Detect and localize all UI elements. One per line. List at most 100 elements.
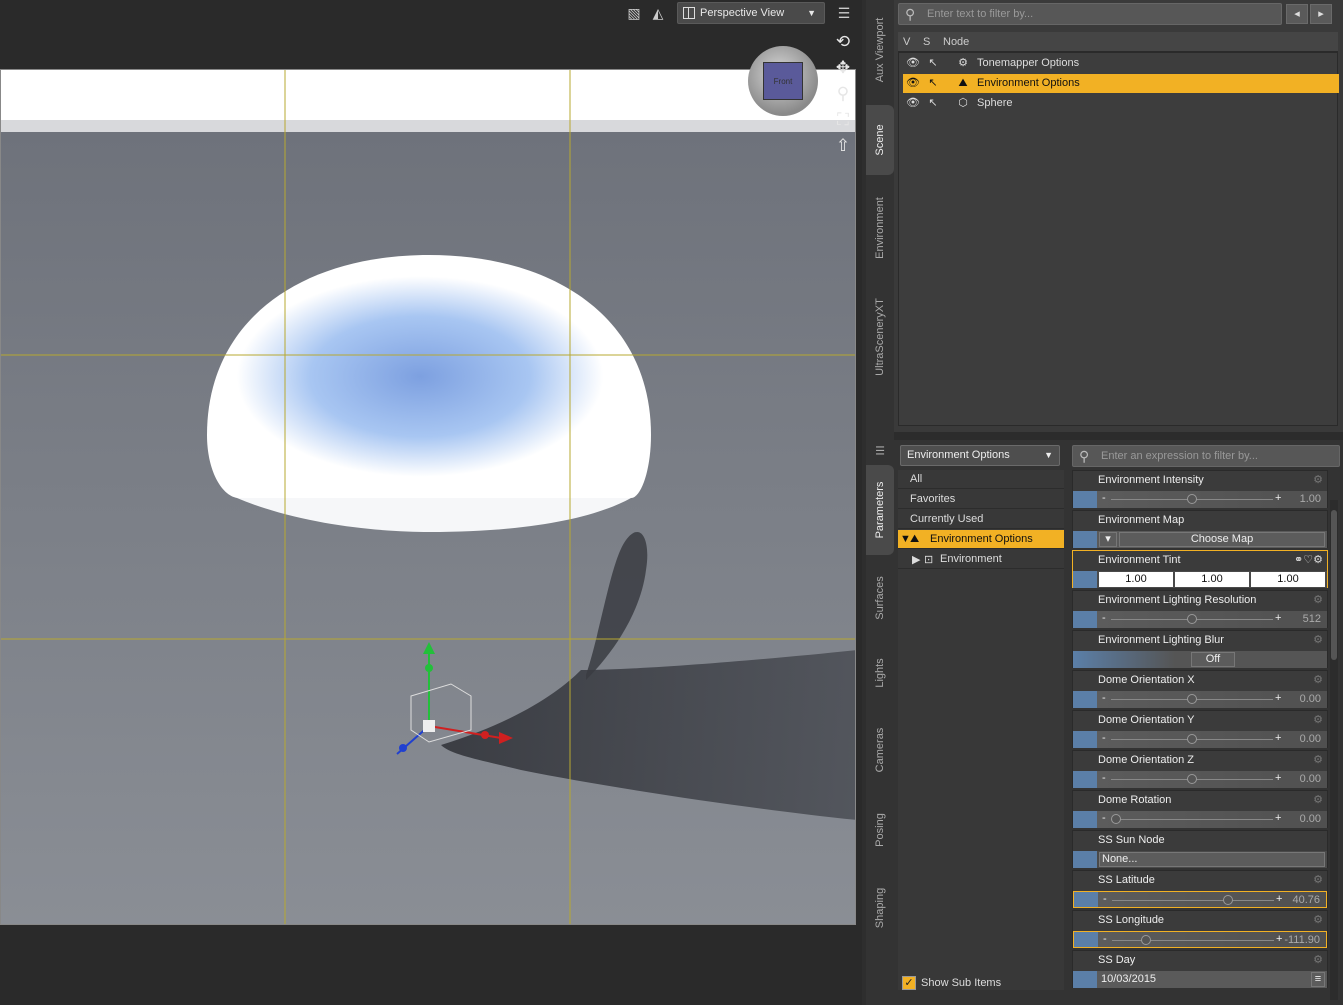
scene-filter-input[interactable]: [927, 6, 1277, 22]
column-visible[interactable]: V: [903, 36, 910, 48]
view-cube-face[interactable]: Front: [763, 62, 803, 100]
zoom-icon[interactable]: ⚲: [830, 82, 856, 106]
tab-posing[interactable]: Posing: [866, 795, 894, 865]
gear-icon[interactable]: ⚙: [1313, 473, 1323, 486]
property-scrollbar[interactable]: [1330, 500, 1338, 1000]
tab-shaping[interactable]: Shaping: [866, 870, 894, 945]
tint-red-field[interactable]: 1.00: [1099, 572, 1173, 587]
tab-ultrascenery[interactable]: UltraSceneryXT: [866, 282, 894, 392]
pointer-icon[interactable]: ↖: [925, 76, 941, 90]
slider-knob[interactable]: [1187, 494, 1197, 504]
tab-cameras[interactable]: Cameras: [866, 710, 894, 790]
slider[interactable]: - + -111.90: [1073, 931, 1327, 948]
tab-surfaces[interactable]: Surfaces: [866, 560, 894, 635]
column-node[interactable]: Node: [943, 36, 969, 48]
slider[interactable]: - + 0.00: [1073, 731, 1327, 748]
tab-aux-viewport[interactable]: Aux Viewport: [866, 5, 894, 95]
collapse-triangle-icon[interactable]: ▶: [912, 553, 920, 566]
slider[interactable]: - + 512: [1073, 611, 1327, 628]
eye-icon[interactable]: 👁: [905, 56, 921, 70]
gear-icon[interactable]: ⚙: [1313, 753, 1323, 766]
reset-view-icon[interactable]: ⇧: [830, 134, 856, 158]
side-tab-strip: Aux Viewport Scene Environment UltraScen…: [866, 0, 894, 1005]
pointer-icon[interactable]: ↖: [925, 56, 941, 70]
node-select-dropdown[interactable]: Environment Options ▼: [900, 445, 1060, 466]
property-ss-longitude: SS Longitude ⚙ - + -111.90: [1072, 910, 1328, 948]
scene-filter[interactable]: ⚲: [898, 3, 1282, 25]
slider[interactable]: - + 0.00: [1073, 691, 1327, 708]
pointer-icon[interactable]: ↖: [925, 96, 941, 110]
viewport-menu-icon[interactable]: ☰: [834, 4, 854, 22]
prev-button[interactable]: ◂: [1286, 4, 1308, 24]
tab-scene[interactable]: Scene: [866, 105, 894, 175]
view-cube[interactable]: Front: [748, 46, 818, 116]
frame-icon[interactable]: ⛶: [830, 108, 856, 132]
panel-menu-icon[interactable]: ☰: [866, 440, 894, 462]
property-filter-input[interactable]: [1101, 448, 1335, 464]
slider[interactable]: - + 0.00: [1073, 811, 1327, 828]
gear-icon[interactable]: ⚙: [1313, 913, 1323, 926]
property-ss-latitude: SS Latitude ⚙ - + 40.76: [1072, 870, 1328, 908]
gear-icon[interactable]: ⚙: [1313, 793, 1323, 806]
scene-node-row[interactable]: 👁 ↖ ⚙ Tonemapper Options: [903, 54, 1339, 73]
category-list: All Favorites Currently Used ▼ ⛰ Environ…: [898, 470, 1064, 990]
category-environment[interactable]: ▶ ⊡ Environment: [898, 550, 1064, 569]
property-dome-rotation: Dome Rotation ⚙ - + 0.00: [1072, 790, 1328, 828]
gear-icon[interactable]: ⚙: [1313, 873, 1323, 886]
next-button[interactable]: ▸: [1310, 4, 1332, 24]
checkmark-icon[interactable]: ✓: [902, 976, 916, 990]
view-select-dropdown[interactable]: Perspective View ▼: [677, 2, 825, 24]
property-list: Environment Intensity ⚙ - + 1.00 Environ…: [1072, 470, 1330, 1000]
slider[interactable]: - + 0.00: [1073, 771, 1327, 788]
slider-knob[interactable]: [1187, 734, 1197, 744]
scrollbar-thumb[interactable]: [1331, 510, 1337, 660]
tint-blue-field[interactable]: 1.00: [1251, 572, 1325, 587]
property-environment-intensity: Environment Intensity ⚙ - + 1.00: [1072, 470, 1328, 508]
slider[interactable]: - + 40.76: [1073, 891, 1327, 908]
choose-map-button[interactable]: Choose Map: [1119, 532, 1325, 547]
slider[interactable]: - + 1.00: [1073, 491, 1327, 508]
day-value[interactable]: 10/03/2015: [1101, 973, 1156, 985]
day-spinner[interactable]: ≡: [1311, 972, 1325, 987]
slider-knob[interactable]: [1187, 614, 1197, 624]
map-dropdown-button[interactable]: ▾: [1099, 532, 1117, 547]
property-dome-orientation-z: Dome Orientation Z ⚙ - + 0.00: [1072, 750, 1328, 788]
sky-band: [1, 70, 855, 126]
link-heart-gear-icons[interactable]: ⚭♡⚙: [1294, 553, 1323, 566]
slider-knob[interactable]: [1187, 694, 1197, 704]
tab-lights[interactable]: Lights: [866, 640, 894, 705]
grid-view-icon: [683, 7, 695, 19]
gear-icon[interactable]: ⚙: [1313, 713, 1323, 726]
category-favorites[interactable]: Favorites: [898, 490, 1064, 509]
scene-render: [1, 70, 855, 924]
draw-style-icon[interactable]: ▧: [624, 4, 644, 22]
tint-green-field[interactable]: 1.00: [1175, 572, 1249, 587]
pan-icon[interactable]: ✥: [830, 56, 856, 80]
scene-column-header: V S Node: [898, 32, 1338, 52]
category-environment-options[interactable]: ▼ ⛰ Environment Options: [898, 530, 1064, 549]
orbit-icon[interactable]: ⟲: [830, 30, 856, 54]
gear-icon[interactable]: ⚙: [1313, 633, 1323, 646]
eye-icon[interactable]: 👁: [905, 76, 921, 90]
sun-node-button[interactable]: None...: [1099, 852, 1325, 867]
scene-node-row[interactable]: 👁 ↖ ⬡ Sphere: [903, 94, 1339, 113]
slider-knob[interactable]: [1222, 895, 1233, 905]
gear-icon[interactable]: ⚙: [1313, 593, 1323, 606]
pane-splitter[interactable]: [894, 432, 1343, 440]
gear-icon[interactable]: ⚙: [1313, 673, 1323, 686]
slider-knob[interactable]: [1140, 935, 1151, 945]
render-viewport[interactable]: [0, 69, 856, 925]
category-all[interactable]: All: [898, 470, 1064, 489]
render-mode-icon[interactable]: ◭: [648, 4, 668, 22]
slider-knob[interactable]: [1111, 814, 1121, 824]
scene-node-row[interactable]: 👁 ↖ ⛰ Environment Options: [903, 74, 1339, 93]
gear-icon[interactable]: ⚙: [1313, 953, 1323, 966]
column-selectable[interactable]: S: [923, 36, 930, 48]
tab-environment[interactable]: Environment: [866, 180, 894, 275]
tab-parameters[interactable]: Parameters: [866, 465, 894, 555]
property-filter[interactable]: ⚲: [1072, 445, 1340, 467]
slider-knob[interactable]: [1187, 774, 1197, 784]
eye-icon[interactable]: 👁: [905, 96, 921, 110]
blur-toggle-button[interactable]: Off: [1191, 652, 1235, 667]
category-currently-used[interactable]: Currently Used: [898, 510, 1064, 529]
